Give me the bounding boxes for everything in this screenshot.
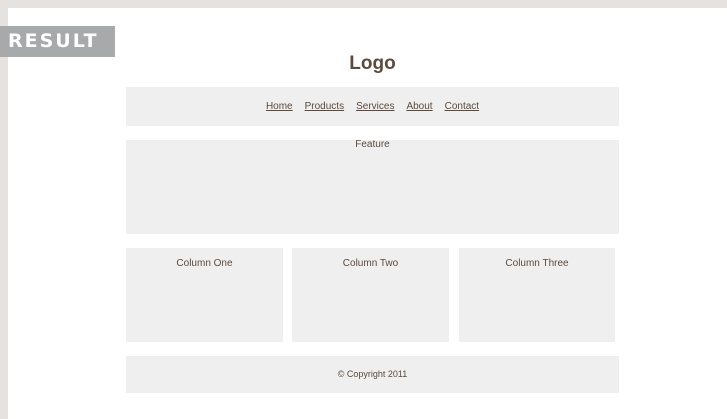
column-one-panel: Column One xyxy=(126,248,283,342)
feature-panel: Feature xyxy=(126,140,619,234)
nav-link-about[interactable]: About xyxy=(406,101,432,112)
nav-link-services[interactable]: Services xyxy=(356,101,394,112)
column-two-panel: Column Two xyxy=(292,248,449,342)
copyright-text: © Copyright 2011 xyxy=(337,369,408,379)
nav-bar: Home Products Services About Contact xyxy=(126,87,619,126)
column-three-panel: Column Three xyxy=(459,248,615,342)
nav-link-products[interactable]: Products xyxy=(305,101,344,112)
column-three-label: Column Three xyxy=(505,258,569,269)
column-two-label: Column Two xyxy=(342,258,399,269)
nav-link-contact[interactable]: Contact xyxy=(445,101,479,112)
site-logo: Logo xyxy=(349,53,396,74)
footer-panel: © Copyright 2011 xyxy=(126,356,619,393)
nav-link-home[interactable]: Home xyxy=(266,101,293,112)
feature-label: Feature xyxy=(355,139,390,150)
column-one-label: Column One xyxy=(176,258,233,269)
result-label: RESULT xyxy=(0,26,115,57)
